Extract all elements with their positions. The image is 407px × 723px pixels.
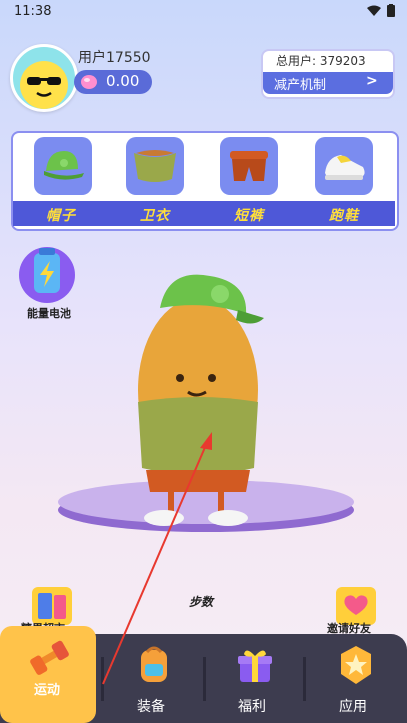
tab-separator bbox=[303, 657, 306, 701]
sneaker-icon bbox=[325, 155, 365, 180]
tab-welfare-label: 福利 bbox=[238, 699, 266, 715]
tab-equipment[interactable] bbox=[131, 644, 177, 686]
mango-mascot[interactable] bbox=[120, 270, 280, 530]
tab-separator bbox=[101, 657, 104, 701]
equipment-item-shorts[interactable] bbox=[220, 137, 278, 195]
hoodie-icon bbox=[134, 150, 176, 182]
tab-welfare[interactable] bbox=[232, 644, 278, 686]
chevron-right-icon: > bbox=[366, 73, 378, 89]
status-bar: 11:38 bbox=[0, 0, 407, 24]
total-users-label: 总用户: 379203 bbox=[276, 54, 366, 68]
equipment-label-sneakers: 跑鞋 bbox=[329, 208, 359, 224]
shorts-icon bbox=[230, 151, 268, 181]
equipment-item-sneakers[interactable] bbox=[315, 137, 373, 195]
wifi-icon bbox=[367, 5, 381, 16]
gift-icon bbox=[238, 650, 272, 682]
energy-battery-icon bbox=[19, 247, 75, 303]
green-cap-icon bbox=[44, 151, 84, 180]
energy-battery-button[interactable] bbox=[12, 241, 82, 303]
battery-icon bbox=[387, 4, 395, 17]
equipment-label-hat: 帽子 bbox=[46, 208, 76, 224]
equipment-item-hat[interactable] bbox=[34, 137, 92, 195]
energy-battery-label: 能量电池 bbox=[27, 307, 71, 320]
username: 用户17550 bbox=[78, 50, 151, 66]
star-badge-icon bbox=[341, 646, 371, 684]
status-time: 11:38 bbox=[14, 4, 52, 19]
tab-apps-label: 应用 bbox=[339, 699, 367, 715]
tab-separator bbox=[203, 657, 206, 701]
backpack-icon bbox=[141, 646, 167, 682]
equipment-label-hoodie: 卫衣 bbox=[140, 208, 170, 224]
status-icons bbox=[367, 4, 395, 17]
coin-value: 0.00 bbox=[106, 72, 140, 90]
avatar[interactable] bbox=[10, 44, 78, 112]
dumbbell-icon bbox=[26, 636, 72, 678]
candy-icon bbox=[78, 72, 100, 92]
equipment-label-shorts: 短裤 bbox=[234, 208, 264, 224]
tab-apps[interactable] bbox=[333, 644, 379, 686]
tab-equipment-label: 装备 bbox=[137, 699, 165, 715]
steps-title: 步数 bbox=[189, 595, 214, 609]
tab-exercise-label: 运动 bbox=[34, 683, 61, 698]
equipment-item-hoodie[interactable] bbox=[126, 137, 184, 195]
reduction-mechanism-label: 减产机制 bbox=[274, 78, 327, 93]
